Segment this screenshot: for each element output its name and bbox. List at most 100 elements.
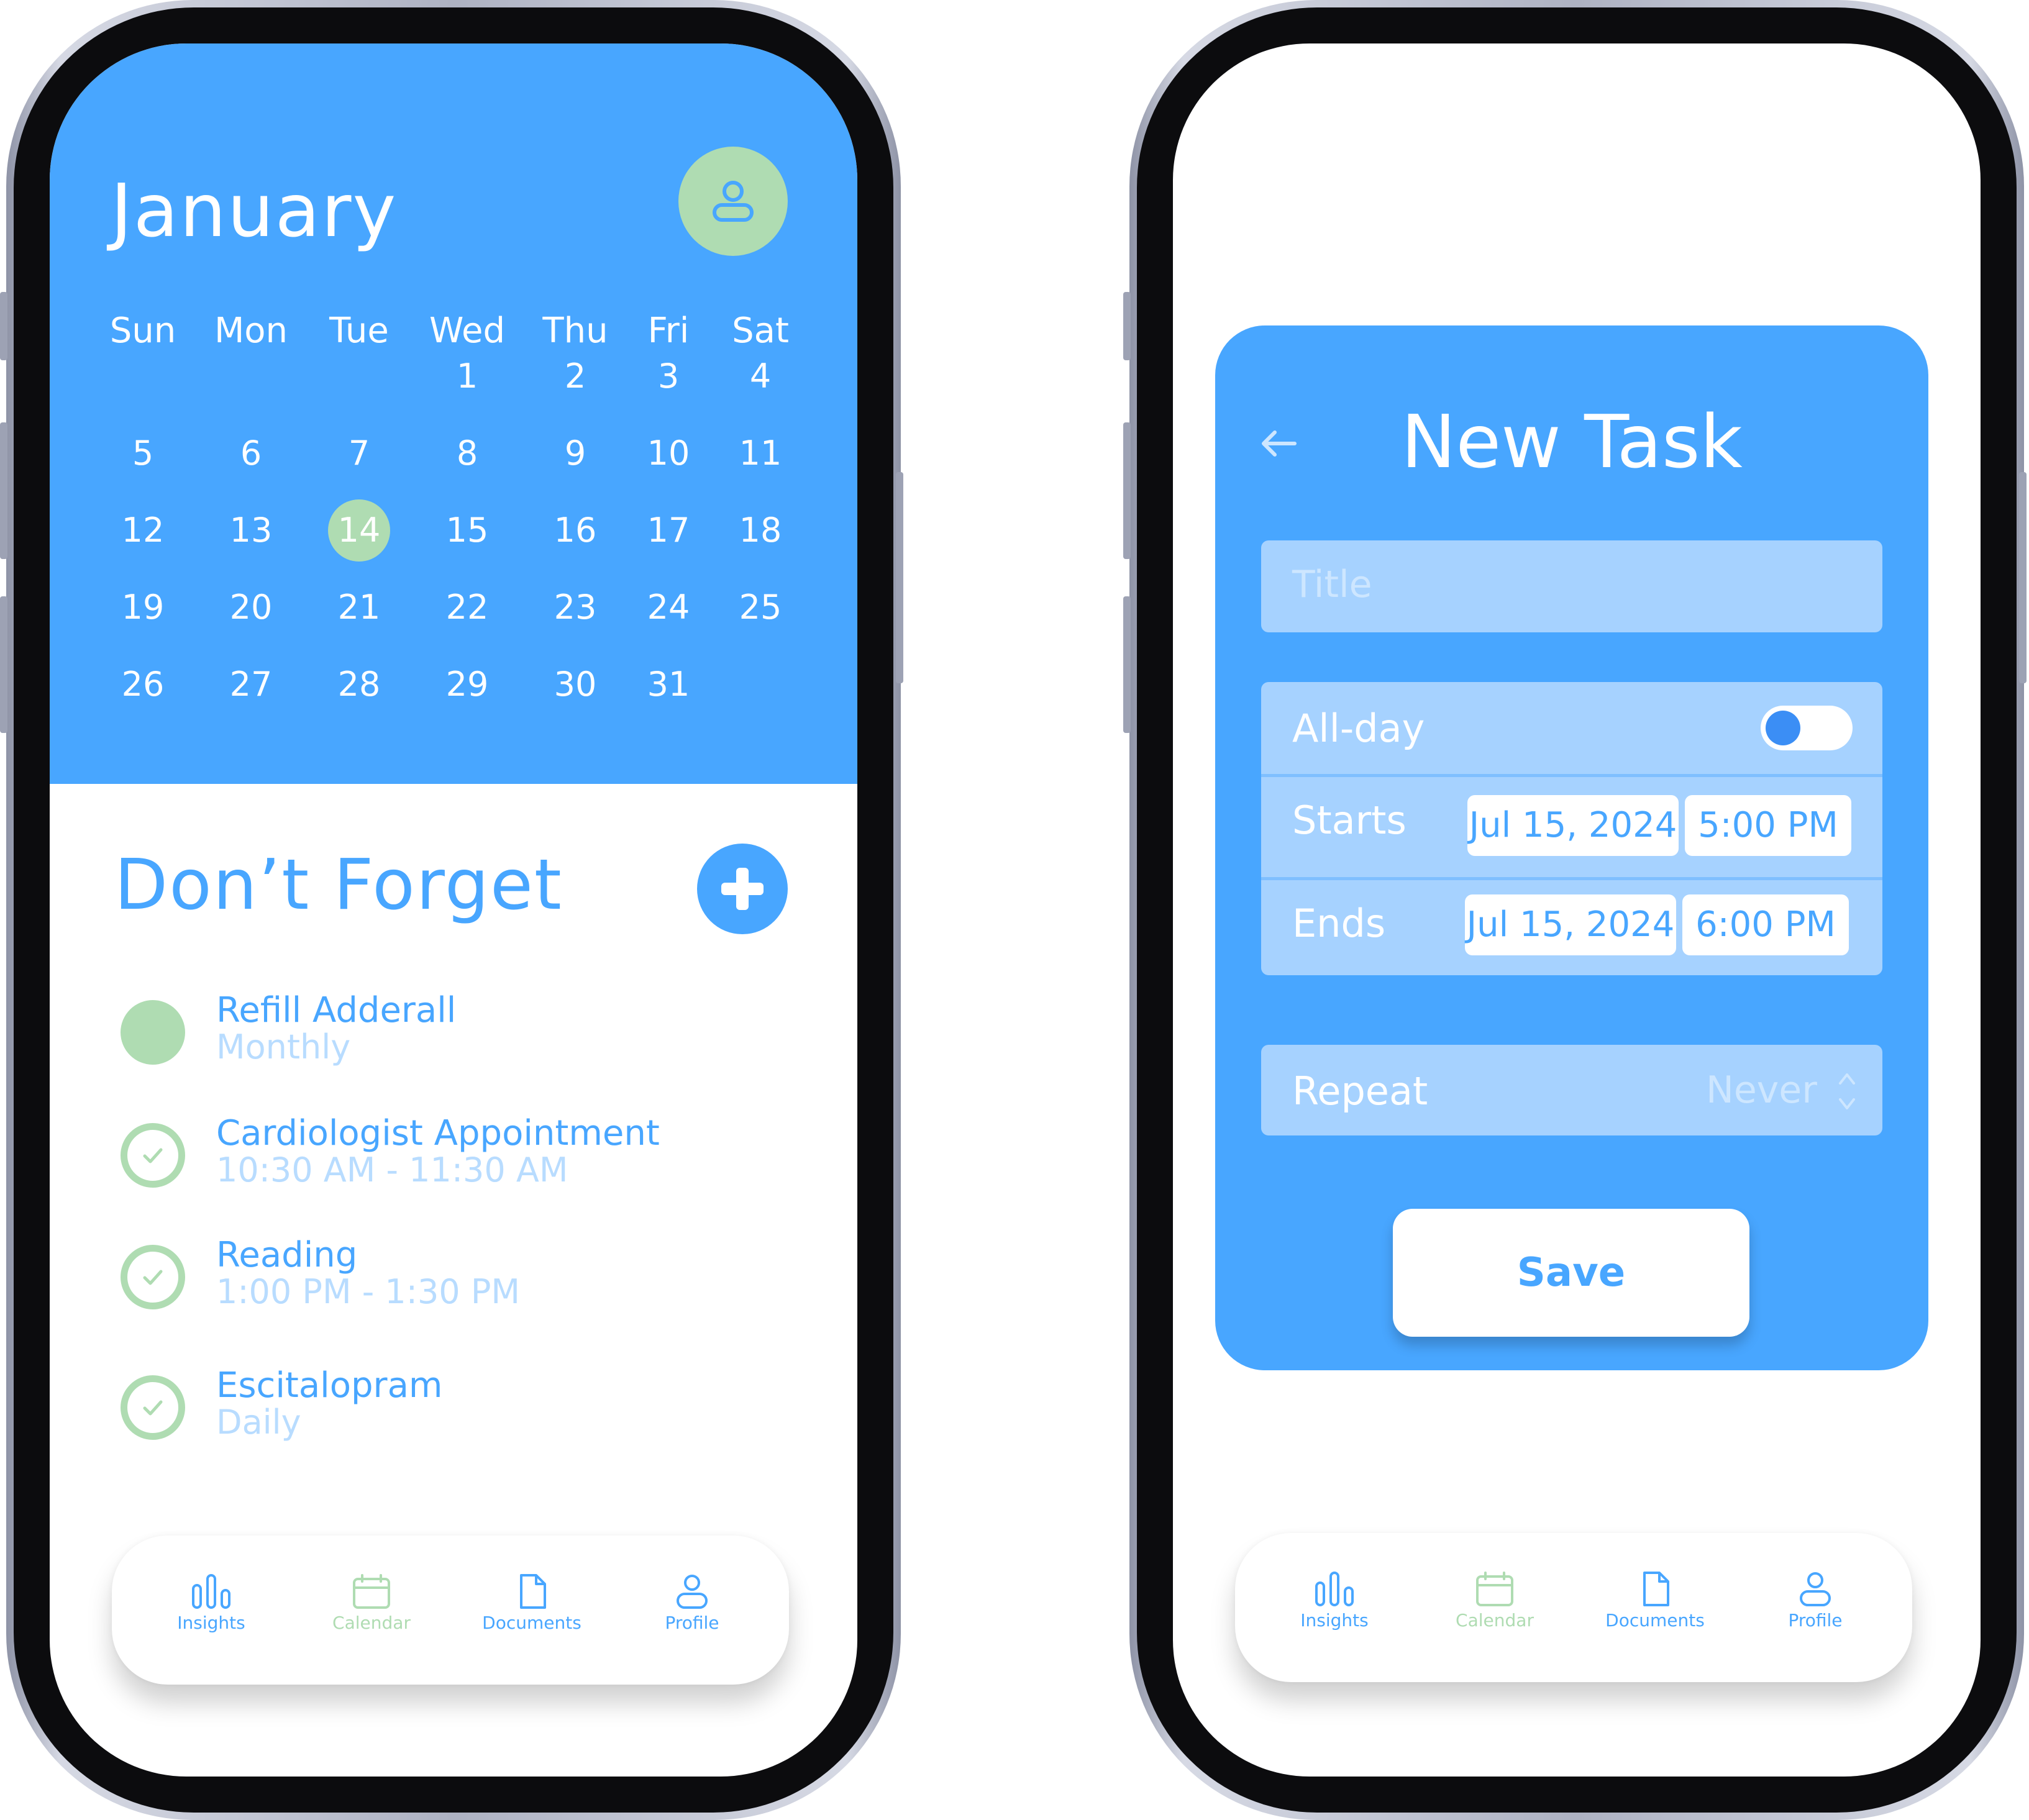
calendar-day[interactable]: 28 xyxy=(328,653,390,716)
profile-avatar-button[interactable] xyxy=(678,147,788,256)
user-icon xyxy=(713,181,754,222)
weekday-label: Sun xyxy=(109,311,176,351)
allday-toggle[interactable] xyxy=(1761,706,1853,750)
repeat-value: Never xyxy=(1706,1068,1817,1112)
task-title: Refill Adderall xyxy=(216,990,457,1031)
calendar-day[interactable]: 12 xyxy=(112,499,174,562)
starts-label: Starts xyxy=(1292,798,1407,843)
tab-label: Documents xyxy=(1605,1610,1705,1631)
tab-insights[interactable]: Insights xyxy=(1266,1570,1403,1631)
save-button[interactable]: Save xyxy=(1393,1209,1749,1337)
calendar-day[interactable]: 9 xyxy=(544,422,606,485)
calendar-day[interactable]: 13 xyxy=(220,499,282,562)
bottom-tab-bar: Insights Calendar Documents Profile xyxy=(1235,1533,1912,1682)
ends-time-picker[interactable]: 6:00 PM xyxy=(1682,894,1849,955)
bar-chart-icon xyxy=(143,1573,280,1610)
starts-date-picker[interactable]: Jul 15, 2024 xyxy=(1467,795,1679,856)
user-icon xyxy=(1747,1570,1884,1608)
chevron-up-down-icon xyxy=(1839,1073,1855,1109)
calendar-day[interactable]: 11 xyxy=(729,422,791,485)
calendar-day[interactable]: 10 xyxy=(637,422,700,485)
completed-checkbox[interactable] xyxy=(121,1245,185,1309)
tab-label: Calendar xyxy=(332,1613,411,1633)
calendar-day[interactable]: 1 xyxy=(436,345,498,407)
calendar-day[interactable]: 21 xyxy=(328,576,390,639)
ends-date-picker[interactable]: Jul 15, 2024 xyxy=(1465,894,1676,955)
calendar-day[interactable]: 2 xyxy=(544,345,606,407)
calendar-day[interactable]: 29 xyxy=(436,653,498,716)
calendar-day[interactable]: 15 xyxy=(436,499,498,562)
calendar-day[interactable]: 25 xyxy=(729,576,791,639)
task-item[interactable]: Cardiologist Appointment 10:30 AM - 11:30… xyxy=(121,1113,742,1230)
add-task-button[interactable] xyxy=(697,844,788,934)
toggle-knob xyxy=(1766,711,1800,745)
calendar-day[interactable]: 18 xyxy=(729,499,791,562)
volume-button xyxy=(0,292,7,360)
dont-forget-title: Don’t Forget xyxy=(114,845,563,926)
title-input[interactable]: Title xyxy=(1261,540,1882,632)
tab-documents[interactable]: Documents xyxy=(1587,1570,1723,1631)
task-title: Reading xyxy=(216,1235,358,1275)
new-task-title: New Task xyxy=(1401,399,1743,485)
date-settings-group: All-day Starts Jul 15, 2024 5:00 PM Ends… xyxy=(1261,682,1882,975)
calendar-day[interactable]: 27 xyxy=(220,653,282,716)
task-subtitle: 10:30 AM - 11:30 AM xyxy=(216,1150,568,1190)
check-icon xyxy=(143,1270,163,1285)
new-task-screen: New Task Title All-day Starts Jul 15, 20… xyxy=(1173,43,1981,1777)
document-icon xyxy=(463,1573,600,1610)
new-task-card: New Task Title All-day Starts Jul 15, 20… xyxy=(1215,325,1928,1370)
tab-label: Profile xyxy=(1788,1610,1843,1631)
task-item[interactable]: Reading 1:00 PM - 1:30 PM xyxy=(121,1235,742,1352)
phone-frame-new-task: New Task Title All-day Starts Jul 15, 20… xyxy=(1129,0,2024,1820)
task-title: Escitalopram xyxy=(216,1365,443,1406)
starts-time-picker[interactable]: 5:00 PM xyxy=(1685,795,1851,856)
calendar-day[interactable]: 6 xyxy=(220,422,282,485)
volume-button xyxy=(1123,422,1131,559)
task-subtitle: Monthly xyxy=(216,1027,351,1067)
task-item[interactable]: Escitalopram Daily xyxy=(121,1365,742,1482)
tab-profile[interactable]: Profile xyxy=(624,1573,760,1633)
check-icon xyxy=(143,1400,163,1416)
power-button xyxy=(2019,472,2027,683)
completed-checkbox[interactable] xyxy=(121,1123,185,1188)
calendar-day[interactable]: 26 xyxy=(112,653,174,716)
divider xyxy=(1261,774,1882,777)
calendar-day[interactable]: 19 xyxy=(112,576,174,639)
calendar-day[interactable]: 24 xyxy=(637,576,700,639)
calendar-day[interactable]: 4 xyxy=(729,345,791,407)
calendar-day[interactable]: 3 xyxy=(637,345,700,407)
tab-calendar[interactable]: Calendar xyxy=(303,1573,440,1633)
calendar-day[interactable]: 8 xyxy=(436,422,498,485)
tab-insights[interactable]: Insights xyxy=(143,1573,280,1633)
repeat-label: Repeat xyxy=(1292,1068,1428,1114)
calendar-day[interactable]: 30 xyxy=(544,653,606,716)
weekday-label: Mon xyxy=(214,311,288,351)
tab-profile[interactable]: Profile xyxy=(1747,1570,1884,1631)
calendar-day[interactable]: 31 xyxy=(637,653,700,716)
phone-bezel: January Sun Mon Tue Wed Thu Fri Sat 1234567891… xyxy=(14,7,893,1813)
task-subtitle: 1:00 PM - 1:30 PM xyxy=(216,1272,520,1311)
tab-calendar[interactable]: Calendar xyxy=(1426,1570,1563,1631)
calendar-day[interactable]: 7 xyxy=(328,422,390,485)
calendar-day[interactable]: 23 xyxy=(544,576,606,639)
bottom-tab-bar: Insights Calendar Documents Profile xyxy=(112,1536,789,1685)
ends-label: Ends xyxy=(1292,901,1386,946)
calendar-icon xyxy=(303,1573,440,1610)
task-title: Cardiologist Appointment xyxy=(216,1113,660,1153)
volume-button xyxy=(0,422,7,559)
calendar-day[interactable]: 5 xyxy=(112,422,174,485)
calendar-day[interactable]: 17 xyxy=(637,499,700,562)
calendar-day[interactable]: 22 xyxy=(436,576,498,639)
task-item[interactable]: Refill Adderall Monthly xyxy=(121,990,742,1107)
repeat-selector[interactable]: Repeat Never xyxy=(1261,1045,1882,1135)
title-placeholder: Title xyxy=(1292,563,1372,606)
tab-documents[interactable]: Documents xyxy=(463,1573,600,1633)
allday-label: All-day xyxy=(1292,706,1425,751)
calendar-day[interactable]: 20 xyxy=(220,576,282,639)
task-status-dot[interactable] xyxy=(121,1000,185,1065)
power-button xyxy=(896,472,903,683)
calendar-day[interactable]: 16 xyxy=(544,499,606,562)
task-subtitle: Daily xyxy=(216,1403,301,1442)
completed-checkbox[interactable] xyxy=(121,1375,185,1440)
calendar-day-selected[interactable]: 14 xyxy=(328,499,390,562)
